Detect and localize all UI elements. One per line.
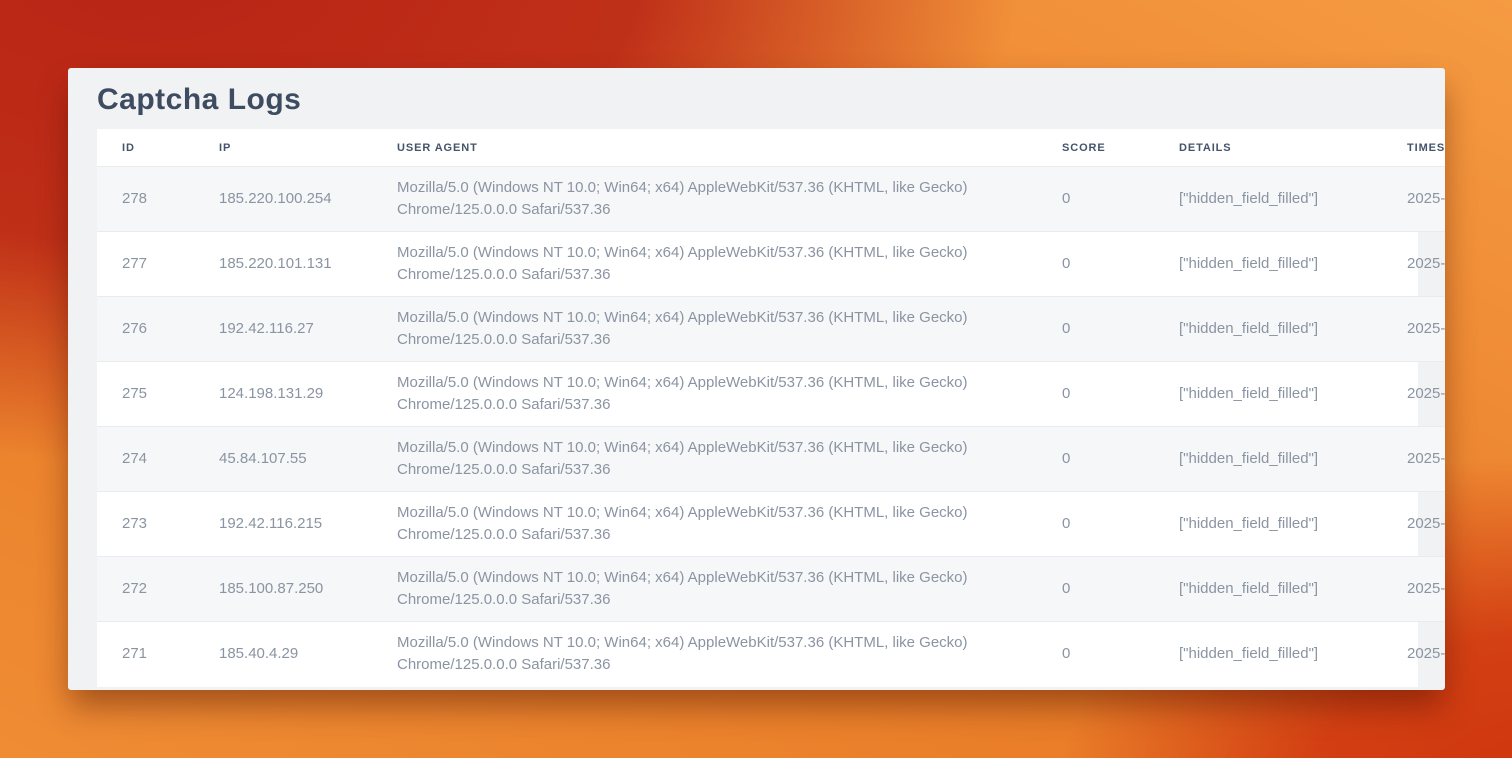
cell-ip: 185.100.87.250: [194, 557, 372, 622]
logs-table: IDIPUSER AGENTSCOREDETAILSTIMESTAMP 2781…: [97, 129, 1445, 687]
cell-user_agent: Mozilla/5.0 (Windows NT 10.0; Win64; x64…: [372, 232, 1037, 297]
cell-timestamp: 2025-09-20 02:30:40: [1382, 492, 1445, 557]
log-row-272: 272185.100.87.250Mozilla/5.0 (Windows NT…: [97, 557, 1445, 622]
logs-table-container: IDIPUSER AGENTSCOREDETAILSTIMESTAMP 2781…: [97, 129, 1418, 687]
cell-ip: 192.42.116.215: [194, 492, 372, 557]
cell-user_agent: Mozilla/5.0 (Windows NT 10.0; Win64; x64…: [372, 297, 1037, 362]
table-header-row: IDIPUSER AGENTSCOREDETAILSTIMESTAMP: [97, 129, 1445, 167]
cell-score: 0: [1037, 232, 1154, 297]
log-row-273: 273192.42.116.215Mozilla/5.0 (Windows NT…: [97, 492, 1445, 557]
table-header: IDIPUSER AGENTSCOREDETAILSTIMESTAMP: [97, 129, 1445, 167]
column-header-ip: IP: [194, 129, 372, 167]
cell-ip: 124.198.131.29: [194, 362, 372, 427]
cell-id: 272: [97, 557, 194, 622]
cell-user_agent: Mozilla/5.0 (Windows NT 10.0; Win64; x64…: [372, 622, 1037, 687]
cell-details: ["hidden_field_filled"]: [1154, 557, 1382, 622]
cell-details: ["hidden_field_filled"]: [1154, 492, 1382, 557]
cell-user_agent: Mozilla/5.0 (Windows NT 10.0; Win64; x64…: [372, 492, 1037, 557]
cell-timestamp: 2025-09-20 03:00:19: [1382, 232, 1445, 297]
cell-ip: 185.220.101.131: [194, 232, 372, 297]
column-header-score: SCORE: [1037, 129, 1154, 167]
cell-score: 0: [1037, 622, 1154, 687]
cell-timestamp: 2025-09-20 02:37:41: [1382, 362, 1445, 427]
cell-timestamp: 2025-09-20 02:33:41: [1382, 427, 1445, 492]
cell-timestamp: 2025-09-20 02:57:53: [1382, 297, 1445, 362]
cell-id: 271: [97, 622, 194, 687]
cell-details: ["hidden_field_filled"]: [1154, 167, 1382, 232]
column-header-user_agent: USER AGENT: [372, 129, 1037, 167]
cell-id: 274: [97, 427, 194, 492]
log-row-275: 275124.198.131.29Mozilla/5.0 (Windows NT…: [97, 362, 1445, 427]
cell-user_agent: Mozilla/5.0 (Windows NT 10.0; Win64; x64…: [372, 362, 1037, 427]
table-body: 278185.220.100.254Mozilla/5.0 (Windows N…: [97, 167, 1445, 687]
cell-ip: 185.220.100.254: [194, 167, 372, 232]
cell-timestamp: 2025-09-20 02:27:45: [1382, 622, 1445, 687]
cell-score: 0: [1037, 167, 1154, 232]
page-title: Captcha Logs: [68, 68, 1445, 129]
log-row-278: 278185.220.100.254Mozilla/5.0 (Windows N…: [97, 167, 1445, 232]
cell-id: 278: [97, 167, 194, 232]
cell-timestamp: 2025-09-20 03:03:06: [1382, 167, 1445, 232]
cell-score: 0: [1037, 427, 1154, 492]
log-row-277: 277185.220.101.131Mozilla/5.0 (Windows N…: [97, 232, 1445, 297]
column-header-id: ID: [97, 129, 194, 167]
cell-score: 0: [1037, 557, 1154, 622]
column-header-timestamp: TIMESTAMP: [1382, 129, 1445, 167]
cell-id: 277: [97, 232, 194, 297]
log-row-274: 27445.84.107.55Mozilla/5.0 (Windows NT 1…: [97, 427, 1445, 492]
cell-id: 273: [97, 492, 194, 557]
cell-id: 276: [97, 297, 194, 362]
cell-user_agent: Mozilla/5.0 (Windows NT 10.0; Win64; x64…: [372, 167, 1037, 232]
cell-ip: 45.84.107.55: [194, 427, 372, 492]
log-row-271: 271185.40.4.29Mozilla/5.0 (Windows NT 10…: [97, 622, 1445, 687]
cell-score: 0: [1037, 362, 1154, 427]
cell-details: ["hidden_field_filled"]: [1154, 297, 1382, 362]
cell-details: ["hidden_field_filled"]: [1154, 622, 1382, 687]
column-header-details: DETAILS: [1154, 129, 1382, 167]
cell-user_agent: Mozilla/5.0 (Windows NT 10.0; Win64; x64…: [372, 427, 1037, 492]
cell-score: 0: [1037, 297, 1154, 362]
log-row-276: 276192.42.116.27Mozilla/5.0 (Windows NT …: [97, 297, 1445, 362]
cell-score: 0: [1037, 492, 1154, 557]
cell-timestamp: 2025-09-20 02:29:40: [1382, 557, 1445, 622]
cell-ip: 185.40.4.29: [194, 622, 372, 687]
cell-id: 275: [97, 362, 194, 427]
captcha-logs-card: Captcha Logs IDIPUSER AGENTSCOREDETAILST…: [68, 68, 1445, 690]
cell-user_agent: Mozilla/5.0 (Windows NT 10.0; Win64; x64…: [372, 557, 1037, 622]
cell-details: ["hidden_field_filled"]: [1154, 427, 1382, 492]
cell-ip: 192.42.116.27: [194, 297, 372, 362]
cell-details: ["hidden_field_filled"]: [1154, 232, 1382, 297]
cell-details: ["hidden_field_filled"]: [1154, 362, 1382, 427]
